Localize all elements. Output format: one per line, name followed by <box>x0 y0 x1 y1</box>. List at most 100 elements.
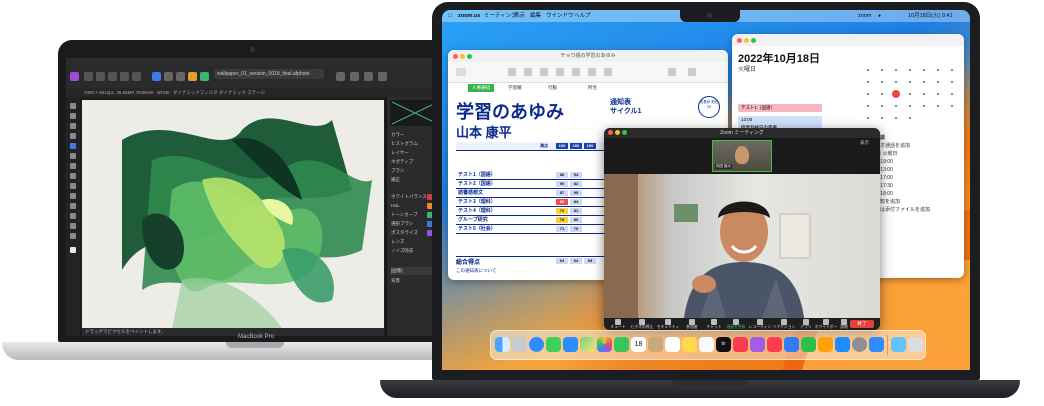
auto-colors-icon[interactable] <box>200 72 209 81</box>
finder-icon[interactable] <box>495 337 510 352</box>
gradient-tool-icon[interactable] <box>70 173 76 179</box>
chart-icon[interactable] <box>540 68 548 76</box>
wifi-icon[interactable]: ● <box>878 10 881 22</box>
end-meeting-button[interactable]: 終了 <box>850 320 874 328</box>
app-store-icon[interactable] <box>835 337 850 352</box>
auto-levels-icon[interactable] <box>188 72 197 81</box>
mail-icon[interactable] <box>563 337 578 352</box>
participants-button[interactable]: 参加者 <box>680 318 704 330</box>
assistant-icon[interactable] <box>364 72 373 81</box>
news-icon[interactable] <box>767 337 782 352</box>
quick-mask-icon[interactable] <box>378 72 387 81</box>
share-screen-button[interactable]: 画面を共有 <box>724 318 748 330</box>
move-tool-icon[interactable] <box>70 103 76 109</box>
table-row[interactable]: テスト5（社会） 71 70 <box>456 225 604 234</box>
persona-tone-icon[interactable] <box>120 72 129 81</box>
table-row[interactable]: テスト4（理科） 72 81 <box>456 207 604 216</box>
calendar-event-time[interactable]: 13:00 <box>738 116 822 124</box>
menubar-zoom-extra[interactable]: zoom <box>858 10 871 22</box>
freeform-icon[interactable] <box>699 337 714 352</box>
format-icon[interactable] <box>668 68 676 76</box>
close-button[interactable] <box>453 54 458 59</box>
document-tab[interactable]: wallpaper_01_version_0019_final.afphoto <box>214 69 324 79</box>
close-button[interactable] <box>737 38 742 43</box>
menubar-clock[interactable]: 10月18日(火) 9:41 <box>908 10 953 22</box>
tv-icon[interactable]: tv <box>716 337 731 352</box>
text-icon[interactable] <box>556 68 564 76</box>
system-settings-icon[interactable] <box>852 337 867 352</box>
selection-tool-icon[interactable] <box>70 113 76 119</box>
record-button[interactable]: レコーディング <box>748 318 772 330</box>
crop-tool-icon[interactable] <box>176 72 185 81</box>
healing-tool-icon[interactable] <box>70 193 76 199</box>
table-row[interactable]: テスト3（理科） 65 84 <box>456 198 604 207</box>
calendar-icon[interactable]: 18 <box>631 337 646 352</box>
security-button[interactable]: セキュリティ <box>656 318 680 330</box>
paint-brush-icon[interactable] <box>70 143 76 149</box>
table-row[interactable]: 読書感想文 87 95 <box>456 189 604 198</box>
persona-photo-icon[interactable] <box>84 72 93 81</box>
close-button[interactable] <box>608 130 613 135</box>
insert-icon[interactable] <box>508 68 516 76</box>
mute-button[interactable]: ミュート <box>606 318 630 330</box>
shape-tool-icon[interactable] <box>70 223 76 229</box>
menu-help[interactable]: ヘルプ <box>574 10 591 22</box>
artwork-canvas[interactable] <box>82 100 384 328</box>
maps-icon[interactable] <box>580 337 595 352</box>
view-tool-icon[interactable] <box>152 72 161 81</box>
launchpad-icon[interactable] <box>512 337 527 352</box>
notes-icon[interactable] <box>682 337 697 352</box>
menu-view[interactable]: 表示 <box>514 10 525 22</box>
numbers-icon[interactable] <box>801 337 816 352</box>
zoom-window-button[interactable] <box>622 130 627 135</box>
flood-select-icon[interactable] <box>70 133 76 139</box>
menu-edit[interactable]: 編集 <box>530 10 541 22</box>
blur-tool-icon[interactable] <box>70 203 76 209</box>
menu-window[interactable]: ウインドウ <box>546 10 574 22</box>
safari-icon[interactable] <box>529 337 544 352</box>
podcasts-icon[interactable] <box>750 337 765 352</box>
keynote-icon[interactable] <box>784 337 799 352</box>
view-toggle[interactable]: 表示 <box>860 140 869 146</box>
table-row[interactable]: グループ研究 78 80 <box>456 216 604 225</box>
media-icon[interactable] <box>588 68 596 76</box>
grades-table[interactable]: 満点 100 100 100 テスト1（国語） 86 94 テスト2（国語） 90 82… <box>456 142 604 234</box>
music-icon[interactable] <box>733 337 748 352</box>
comment-icon[interactable] <box>604 68 612 76</box>
zoom-tool-icon[interactable] <box>164 72 173 81</box>
table-row[interactable]: テスト1（国語） 86 94 <box>456 171 604 180</box>
text-tool-icon[interactable] <box>70 233 76 239</box>
persona-liquify-icon[interactable] <box>96 72 105 81</box>
mini-month-grid[interactable] <box>860 60 960 130</box>
view-icon[interactable] <box>456 68 466 76</box>
minimize-button[interactable] <box>615 130 620 135</box>
sheet-tab-active[interactable]: 人事通知 <box>468 84 494 92</box>
organize-icon[interactable] <box>688 68 696 76</box>
eraser-tool-icon[interactable] <box>70 153 76 159</box>
sheet-tab[interactable]: 所見 <box>588 84 597 92</box>
table-icon[interactable] <box>524 68 532 76</box>
pages-icon[interactable] <box>818 337 833 352</box>
stop-video-button[interactable]: ビデオの停止 <box>630 318 654 330</box>
zoom-window-button[interactable] <box>467 54 472 59</box>
minimize-button[interactable] <box>744 38 749 43</box>
sheet-tab[interactable]: 行動 <box>548 84 557 92</box>
self-view-thumbnail[interactable]: 向田 裕大 <box>712 140 772 172</box>
downloads-icon[interactable] <box>891 337 906 352</box>
zoom-icon[interactable] <box>869 337 884 352</box>
lasso-tool-icon[interactable] <box>70 123 76 129</box>
shape-icon[interactable] <box>572 68 580 76</box>
trash-icon[interactable] <box>908 337 923 352</box>
zoom-window-button[interactable] <box>751 38 756 43</box>
messages-icon[interactable] <box>546 337 561 352</box>
pen-tool-icon[interactable] <box>70 213 76 219</box>
facetime-icon[interactable] <box>614 337 629 352</box>
fill-tool-icon[interactable] <box>70 163 76 169</box>
menu-app-name[interactable]: zoom.us <box>458 10 480 22</box>
snapping-icon[interactable] <box>336 72 345 81</box>
arrange-icon[interactable] <box>350 72 359 81</box>
calendar-event[interactable]: テスト1（国語） <box>738 104 822 112</box>
photos-icon[interactable] <box>597 337 612 352</box>
contacts-icon[interactable] <box>648 337 663 352</box>
persona-develop-icon[interactable] <box>108 72 117 81</box>
